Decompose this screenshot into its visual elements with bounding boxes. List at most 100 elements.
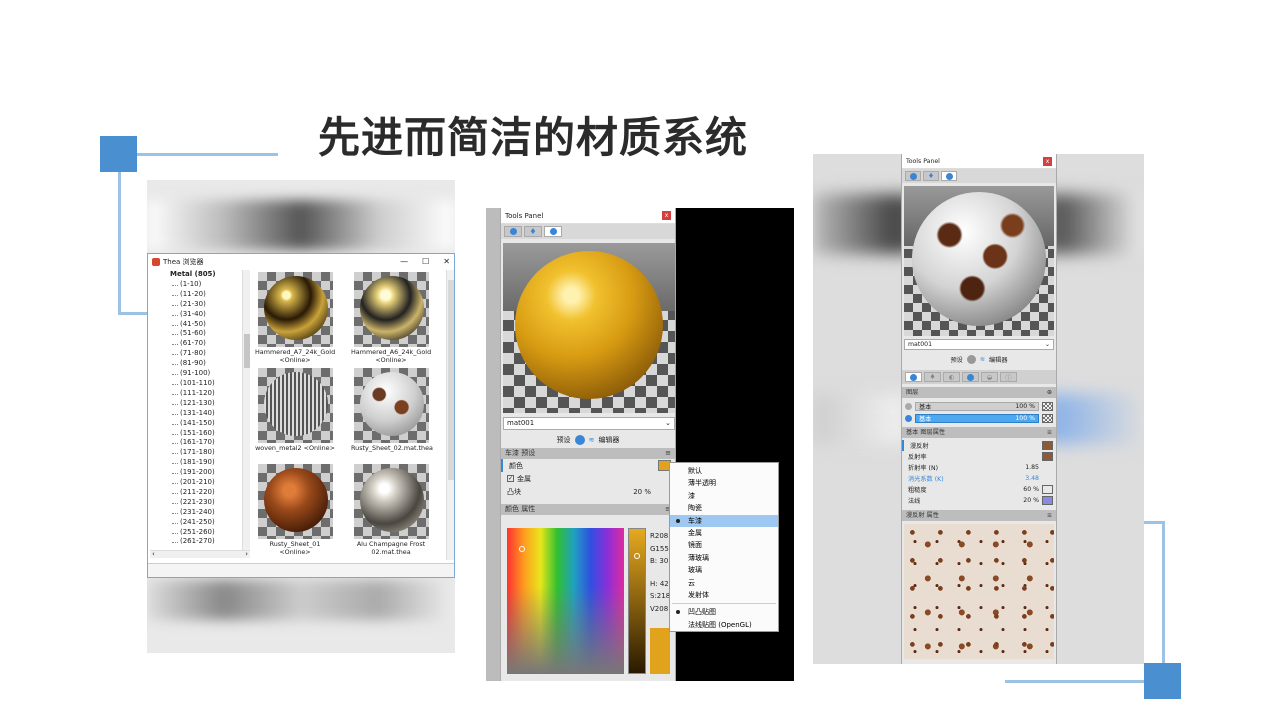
material-select[interactable]: mat001 ⌄ [904, 339, 1054, 350]
tree-node[interactable]: (211-220) [164, 488, 242, 498]
tree-node[interactable]: (151-160) [164, 429, 242, 439]
tree-node[interactable]: (251-260) [164, 528, 242, 538]
tree-node[interactable]: (1-10) [164, 280, 242, 290]
minimize-button[interactable]: — [400, 257, 408, 266]
thumbnail-item[interactable]: woven_metal2 <Online> [255, 368, 335, 453]
menu-item[interactable]: 法线贴图 (OpenGL) [670, 619, 778, 631]
close-button[interactable]: ✕ [443, 257, 450, 266]
tree-node[interactable]: (31-40) [164, 310, 242, 320]
tab-layers[interactable] [905, 372, 922, 382]
menu-item[interactable]: 薄玻璃 [670, 552, 778, 564]
menu-item[interactable]: 发射体 [670, 589, 778, 601]
tree-node[interactable]: (141-150) [164, 419, 242, 429]
hamburger-icon[interactable]: ≡ [1047, 510, 1052, 521]
close-panel-button[interactable]: x [662, 211, 671, 220]
tree-node[interactable]: (61-70) [164, 339, 242, 349]
maximize-button[interactable]: ☐ [422, 257, 429, 266]
menu-item[interactable]: 金属 [670, 527, 778, 539]
thumbnail-item[interactable]: Hammered_A7_24k_Gold <Online> [255, 272, 335, 364]
tree-node[interactable]: (181-190) [164, 458, 242, 468]
tree-node[interactable]: (241-250) [164, 518, 242, 528]
thumbnail-item[interactable]: Alu Champagne Frost 02.mat.thea [351, 464, 431, 556]
menu-item[interactable]: 陶瓷 [670, 502, 778, 514]
layer-visibility-icon[interactable] [905, 414, 912, 422]
layer-prop-row[interactable]: 漫反射 [902, 440, 1056, 451]
menu-item[interactable]: 凹凸贴图 [670, 606, 778, 618]
tree-root-metal[interactable]: Metal (805) [164, 270, 242, 280]
tree-node[interactable]: (131-140) [164, 409, 242, 419]
tab-light[interactable]: ♦ [923, 171, 939, 181]
value-slider[interactable] [628, 528, 646, 674]
tree-node[interactable]: (21-30) [164, 300, 242, 310]
color-picker-field[interactable] [507, 528, 624, 674]
tab-texture[interactable]: ◐ [943, 372, 960, 382]
tree-horizontal-scrollbar[interactable]: ‹ › [150, 550, 250, 558]
menu-item[interactable]: 默认 [670, 465, 778, 477]
tab-material[interactable] [544, 226, 562, 237]
thumbnail-item[interactable]: Rusty_Sheet_02.mat.thea [351, 368, 433, 453]
texture-slot-icon[interactable] [1042, 496, 1053, 505]
tree-node[interactable]: (171-180) [164, 448, 242, 458]
tree-node[interactable]: (111-120) [164, 389, 242, 399]
thumbnails-scrollbar[interactable] [446, 270, 454, 560]
metal-checkbox[interactable]: ✓ [507, 475, 514, 482]
tab-material[interactable] [962, 372, 979, 382]
tree-node[interactable]: (101-110) [164, 379, 242, 389]
tree-node[interactable]: (161-170) [164, 438, 242, 448]
tree-node[interactable]: (191-200) [164, 468, 242, 478]
layer-prop-row[interactable]: 消光系数 (K) 3.48 [902, 473, 1056, 484]
tree-node[interactable]: (91-100) [164, 369, 242, 379]
layer-row[interactable]: 基本 100 % [902, 400, 1056, 412]
editor-icon[interactable]: ≋ [589, 436, 595, 444]
menu-item[interactable]: 车漆 [670, 514, 778, 527]
texture-slot-icon[interactable] [1042, 474, 1053, 483]
tree-node[interactable]: (51-60) [164, 329, 242, 339]
preset-icon[interactable] [966, 354, 976, 364]
tree-vertical-scrollbar[interactable] [242, 270, 250, 550]
tab-light[interactable]: ♦ [524, 226, 542, 237]
material-select[interactable]: mat001 ⌄ [503, 417, 675, 430]
tree-node[interactable]: (11-20) [164, 290, 242, 300]
tab-scene[interactable] [504, 226, 522, 237]
close-panel-button[interactable]: x [1043, 156, 1052, 166]
editor-icon[interactable]: ≋ [980, 356, 985, 363]
tree-node[interactable]: (231-240) [164, 508, 242, 518]
texture-slot-icon[interactable] [1042, 441, 1053, 450]
texture-slot-icon[interactable] [1042, 463, 1053, 472]
tree-node[interactable]: (221-230) [164, 498, 242, 508]
layer-prop-row[interactable]: 折射率 (N) 1.85 [902, 462, 1056, 473]
texture-slot-icon[interactable] [1042, 452, 1053, 461]
layer-mask-icon[interactable] [1042, 413, 1053, 423]
tree-node[interactable]: (261-270) [164, 537, 242, 547]
tab-light[interactable]: ♦ [924, 372, 941, 382]
tree-node[interactable]: (41-50) [164, 320, 242, 330]
tab-material[interactable] [941, 171, 957, 181]
tab-info[interactable]: ⓘ [1000, 372, 1017, 382]
add-layer-icon[interactable]: ⊕ [1047, 387, 1052, 398]
menu-item[interactable]: 云 [670, 577, 778, 589]
menu-item[interactable]: 玻璃 [670, 564, 778, 576]
editor-label[interactable]: 编辑器 [989, 355, 1008, 364]
texture-slot-icon[interactable] [1042, 485, 1053, 494]
menu-item[interactable]: 薄半透明 [670, 477, 778, 489]
tree-node[interactable]: (81-90) [164, 359, 242, 369]
hamburger-icon[interactable]: ≡ [665, 448, 671, 459]
editor-label[interactable]: 编辑器 [598, 435, 619, 445]
tree-node[interactable]: (121-130) [164, 399, 242, 409]
layer-prop-row[interactable]: 法线 20 % [902, 495, 1056, 506]
layer-prop-row[interactable]: 反射率 [902, 451, 1056, 462]
thumbnail-item[interactable]: Rusty_Sheet_01 <Online> [255, 464, 335, 556]
layer-prop-row[interactable]: 粗糙度 60 % [902, 484, 1056, 495]
preset-icon[interactable] [574, 435, 585, 445]
tree-node[interactable]: (201-210) [164, 478, 242, 488]
tab-scene[interactable] [905, 171, 921, 181]
layer-mask-icon[interactable] [1042, 401, 1053, 411]
tab-medium[interactable]: ◒ [981, 372, 998, 382]
bump-value[interactable]: 20 % [633, 488, 651, 496]
hamburger-icon[interactable]: ≡ [1047, 427, 1052, 438]
layer-visibility-icon[interactable] [905, 402, 912, 410]
thumbnail-item[interactable]: Hammered_A6_24k_Gold <Online> [351, 272, 431, 364]
tree-node[interactable]: (71-80) [164, 349, 242, 359]
menu-item[interactable]: 漆 [670, 490, 778, 502]
layer-row-selected[interactable]: 基本 100 % [902, 412, 1056, 424]
